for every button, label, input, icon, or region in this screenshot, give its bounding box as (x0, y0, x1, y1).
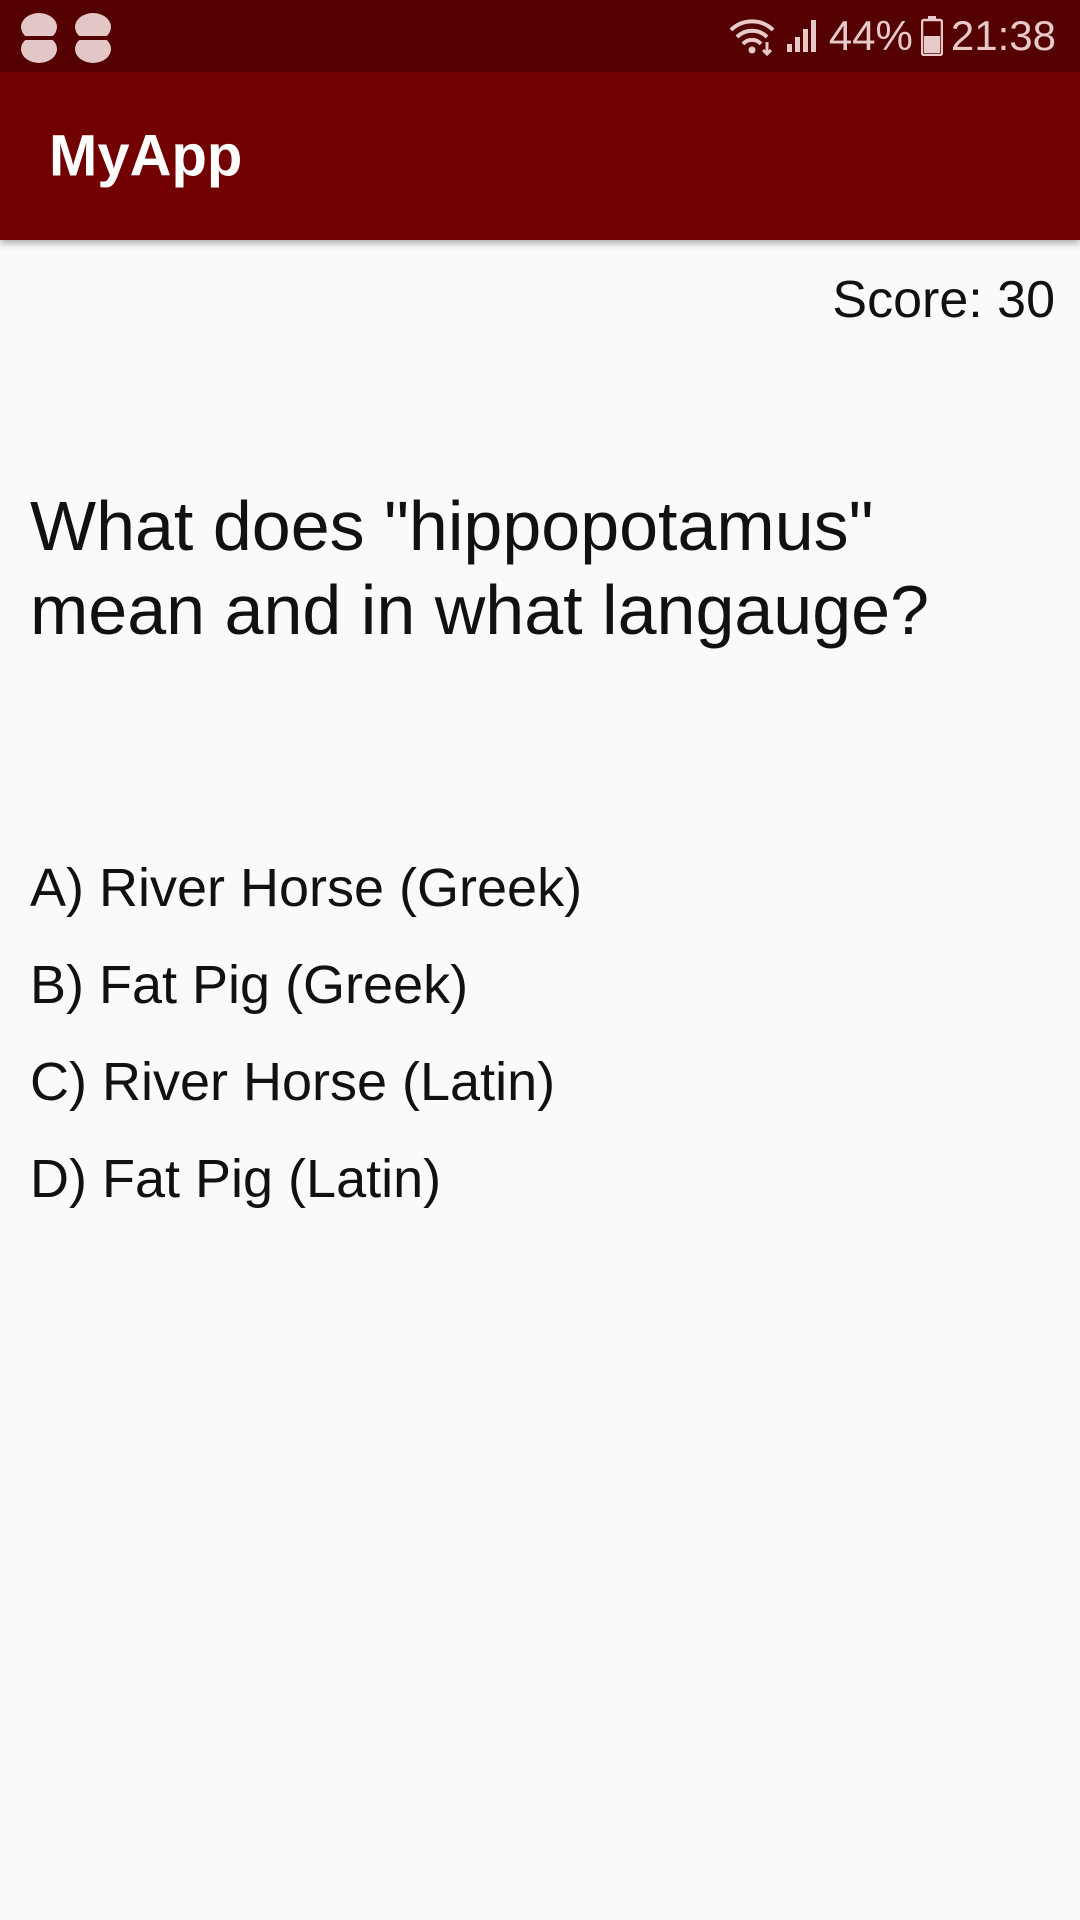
answer-option-b[interactable]: B) Fat Pig (Greek) (30, 937, 582, 1034)
battery-percent: 44% (828, 12, 913, 59)
status-bar: 44% 21:38 (0, 0, 1080, 72)
app-title: MyApp (49, 123, 243, 189)
signal-icon (786, 20, 816, 52)
screen: 44% 21:38 MyApp Score: 30 What does "hip… (0, 0, 1080, 1920)
battery-icon (920, 16, 943, 56)
score-label: Score: 30 (832, 271, 1055, 329)
notification-icon (74, 13, 112, 63)
answer-option-d[interactable]: D) Fat Pig (Latin) (30, 1131, 582, 1228)
status-time: 21:38 (950, 12, 1056, 59)
answer-list: A) River Horse (Greek) B) Fat Pig (Greek… (30, 840, 582, 1228)
system-status: 44% 21:38 (727, 0, 1056, 72)
answer-option-c[interactable]: C) River Horse (Latin) (30, 1034, 582, 1131)
wifi-icon (729, 19, 775, 56)
notification-area (20, 12, 112, 64)
app-bar: MyApp (0, 72, 1080, 240)
question-text: What does "hippopotamus" mean and in wha… (30, 487, 930, 649)
notification-icon (20, 13, 58, 63)
answer-option-a[interactable]: A) River Horse (Greek) (30, 840, 582, 937)
